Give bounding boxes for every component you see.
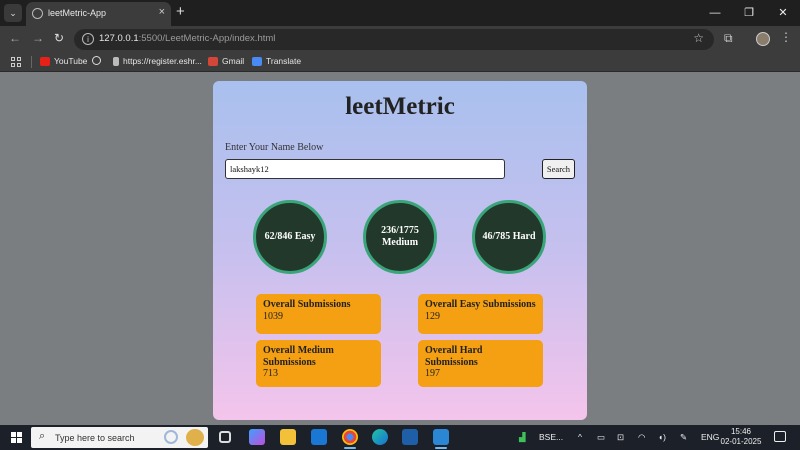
chrome-icon[interactable] — [342, 429, 358, 445]
divider — [31, 56, 32, 68]
extensions-icon[interactable]: ⧉ — [724, 31, 733, 46]
search-icon: ⌕ — [39, 430, 46, 442]
url-text[interactable]: 127.0.0.1:5500/LeetMetric-App/index.html — [99, 33, 275, 44]
file-explorer-icon[interactable] — [280, 429, 296, 445]
market-ticker[interactable]: BSE... — [539, 432, 563, 442]
window-controls: — ❐ ✕ — [698, 0, 800, 26]
page-title: leetMetric — [345, 93, 455, 120]
windows-start-icon[interactable] — [11, 432, 22, 443]
language-indicator[interactable]: ENG — [701, 432, 719, 442]
copilot-atom-icon[interactable] — [164, 430, 178, 444]
taskbar: ⌕ Type here to search ▟ BSE... ^ ▭ ⊡ ◠ ◖… — [0, 425, 800, 450]
bookmark-youtube[interactable]: YouTube — [40, 56, 87, 66]
username-input[interactable] — [225, 159, 505, 179]
volume-icon[interactable]: ◖) — [658, 432, 666, 442]
vscode-icon[interactable] — [433, 429, 449, 445]
taskbar-search-placeholder: Type here to search — [55, 433, 135, 443]
network-device-icon[interactable]: ⊡ — [617, 432, 624, 443]
active-app-indicator — [435, 447, 447, 449]
copilot-icon[interactable] — [249, 429, 265, 445]
restore-icon[interactable]: ❐ — [732, 0, 766, 26]
gmail-icon — [208, 56, 218, 66]
easy-progress-circle: 62/846 Easy — [253, 200, 327, 274]
stat-title: Overall Submissions — [263, 299, 351, 310]
stock-chart-icon[interactable]: ▟ — [519, 432, 526, 443]
photos-icon[interactable] — [402, 429, 418, 445]
tab-search-icon[interactable]: ⌄ — [4, 4, 22, 22]
stat-title: Overall Medium Submissions — [263, 345, 334, 368]
edge-icon[interactable] — [372, 429, 388, 445]
active-app-indicator — [344, 447, 356, 449]
globe-icon — [32, 8, 43, 19]
browser-tabstrip: ⌄ leetMetric-App × + — ❐ ✕ — [0, 0, 800, 26]
browser-tab[interactable]: leetMetric-App × — [26, 2, 171, 26]
easy-progress-label: 62/846 Easy — [264, 231, 316, 242]
clock-date: 02-01-2025 — [720, 437, 762, 446]
stat-card-hard: Overall Hard Submissions 197 — [418, 340, 543, 387]
system-clock[interactable]: 15:46 02-01-2025 — [720, 427, 762, 447]
stat-card-easy: Overall Easy Submissions 129 — [418, 294, 543, 334]
search-highlight-icon[interactable] — [186, 429, 204, 446]
youtube-icon — [40, 56, 50, 66]
bookmark-star-icon[interactable]: ☆ — [693, 31, 704, 45]
site-info-icon[interactable]: i — [82, 33, 94, 45]
stat-value: 1039 — [263, 310, 283, 322]
stat-card-medium: Overall Medium Submissions 713 — [256, 340, 381, 387]
window-close-icon[interactable]: ✕ — [766, 0, 800, 26]
translate-icon — [252, 56, 262, 66]
new-tab-icon[interactable]: + — [176, 3, 185, 20]
browser-toolbar: ← → ↻ i 127.0.0.1:5500/LeetMetric-App/in… — [0, 26, 800, 52]
wifi-icon[interactable]: ◠ — [638, 432, 645, 443]
back-icon[interactable]: ← — [9, 31, 21, 45]
address-bar[interactable]: i 127.0.0.1:5500/LeetMetric-App/index.ht… — [74, 29, 714, 50]
stat-card-overall: Overall Submissions 1039 — [256, 294, 381, 334]
apps-grid-icon[interactable] — [11, 57, 21, 67]
tab-title: leetMetric-App — [48, 8, 107, 18]
task-view-icon[interactable] — [219, 431, 231, 443]
bookmark-translate[interactable]: Translate — [252, 56, 301, 66]
reload-icon[interactable]: ↻ — [54, 31, 64, 45]
bookmark-globe[interactable] — [92, 56, 101, 65]
stat-value: 129 — [425, 310, 440, 322]
chevron-up-icon[interactable]: ^ — [578, 432, 582, 442]
document-icon — [113, 56, 119, 66]
minimize-icon[interactable]: — — [698, 0, 732, 26]
forward-icon[interactable]: → — [32, 31, 44, 45]
username-label: Enter Your Name Below — [225, 142, 324, 153]
search-button[interactable]: Search — [542, 159, 575, 179]
globe-icon — [92, 56, 101, 65]
taskbar-search[interactable]: ⌕ Type here to search — [31, 427, 208, 448]
stat-title: Overall Hard Submissions — [425, 345, 483, 368]
medium-progress-circle: 236/1775 Medium — [363, 200, 437, 274]
pen-icon[interactable]: ✎ — [680, 432, 687, 443]
stat-value: 713 — [263, 368, 278, 379]
menu-icon[interactable]: ⋮ — [780, 30, 792, 44]
hard-progress-label: 46/785 Hard — [482, 231, 536, 242]
battery-icon[interactable]: ▭ — [597, 432, 605, 443]
outlook-icon[interactable] — [311, 429, 327, 445]
avatar[interactable] — [756, 32, 770, 46]
close-icon[interactable]: × — [159, 6, 165, 18]
notification-icon[interactable] — [774, 431, 786, 442]
bookmarks-bar: YouTube https://register.eshr... Gmail T… — [0, 52, 800, 72]
medium-progress-label: 236/1775 Medium — [381, 225, 419, 248]
hard-progress-circle: 46/785 Hard — [472, 200, 546, 274]
leetmetric-container: leetMetric Enter Your Name Below Search … — [213, 81, 587, 420]
stat-value: 197 — [425, 368, 440, 379]
stat-title: Overall Easy Submissions — [425, 299, 536, 310]
bookmark-gmail[interactable]: Gmail — [208, 56, 244, 66]
bookmark-register[interactable]: https://register.eshr... — [113, 56, 202, 66]
clock-time: 15:46 — [730, 427, 752, 436]
